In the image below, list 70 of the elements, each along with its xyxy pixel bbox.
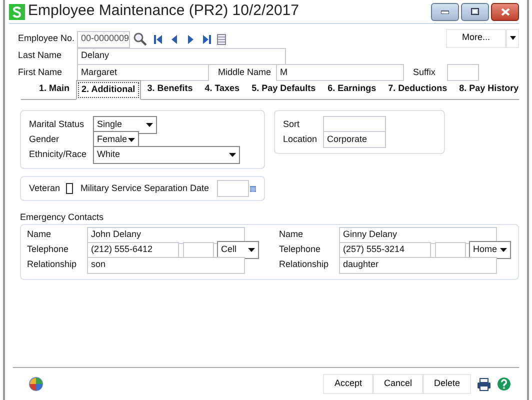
field-label: Telephone [279,243,322,256]
caret-icon [128,138,135,142]
field-label: Location [283,132,318,146]
next-record-icon[interactable] [186,34,195,44]
tab[interactable]: 7. Deductions [382,78,454,99]
color-wheel-icon[interactable] [29,377,43,391]
input-field[interactable]: Delany [77,48,286,64]
s-letter-icon [12,6,22,18]
field-label: Name [279,228,304,242]
minimize-icon[interactable] [441,10,449,14]
close-button[interactable] [491,2,519,20]
dropdown[interactable]: Home [469,241,511,259]
field-label: Relationship [279,258,330,272]
tab[interactable]: 3. Benefits [141,78,199,99]
field-label: Veteran [29,182,60,195]
field-label: Gender [29,132,60,146]
maximize-button[interactable] [461,2,489,20]
section-title: Emergency Contacts [20,211,105,224]
input-field[interactable]: daughter [339,256,497,274]
close-icon[interactable] [500,8,510,16]
search-icon[interactable] [133,32,147,46]
input-field[interactable] [447,64,479,81]
help-icon[interactable] [497,377,511,391]
input-field[interactable]: son [87,256,245,274]
tab[interactable]: 1. Main [33,78,76,99]
field-label: Telephone [27,243,70,256]
dropdown[interactable]: Cell [217,241,259,259]
field-label: Marital Status [29,118,86,131]
date-field[interactable] [217,180,249,197]
input-field[interactable]: 00-0000009 [77,30,130,48]
input-field[interactable]: John Delany [87,226,245,244]
checkbox[interactable] [66,183,74,194]
window-title: Employee Maintenance (PR2) 10/2/2017 [28,1,299,22]
footer-button[interactable]: Delete [422,374,471,394]
first-record-icon[interactable] [154,34,163,44]
footer-button[interactable]: Cancel [372,374,423,394]
input-field[interactable]: Margaret [77,64,209,81]
more-button[interactable]: More... [446,28,506,48]
previous-record-icon[interactable] [170,34,179,44]
field-label: Relationship [27,258,78,272]
minimize-button[interactable] [431,2,459,20]
field-label: Sort [283,118,301,131]
field-label: Last Name [18,49,63,62]
caret-icon[interactable] [510,36,516,40]
field-label: First Name [18,66,64,79]
tab[interactable]: 5. Pay Defaults [246,78,322,99]
tab[interactable]: 6. Earnings [322,78,382,99]
tab[interactable]: 4. Taxes [198,78,246,99]
field-label: Employee No. [18,32,76,46]
caret-icon [500,248,507,252]
print-icon[interactable] [477,378,491,390]
last-record-icon[interactable] [202,34,211,44]
tab[interactable]: 8. Pay History [453,78,525,99]
more-dropdown-button[interactable] [506,28,519,48]
dropdown[interactable]: White [93,146,240,164]
tab[interactable]: 2. Additional [76,80,142,100]
maximize-icon[interactable] [471,8,479,15]
input-field[interactable]: M [276,64,404,81]
field-label: Name [27,228,52,242]
caret-icon [146,122,153,126]
field-label: Middle Name [218,66,272,79]
footer-button[interactable]: Accept [323,374,373,394]
input-field[interactable]: Ginny Delany [339,226,497,244]
caret-icon [248,248,255,252]
field-label: Military Service Separation Date [80,182,209,195]
input-field[interactable]: Corporate [323,131,386,148]
dropdown[interactable]: Single [93,116,157,134]
caret-icon [229,152,236,156]
field-label: Ethnicity/Race [29,148,88,161]
field-label: Suffix [413,66,436,79]
